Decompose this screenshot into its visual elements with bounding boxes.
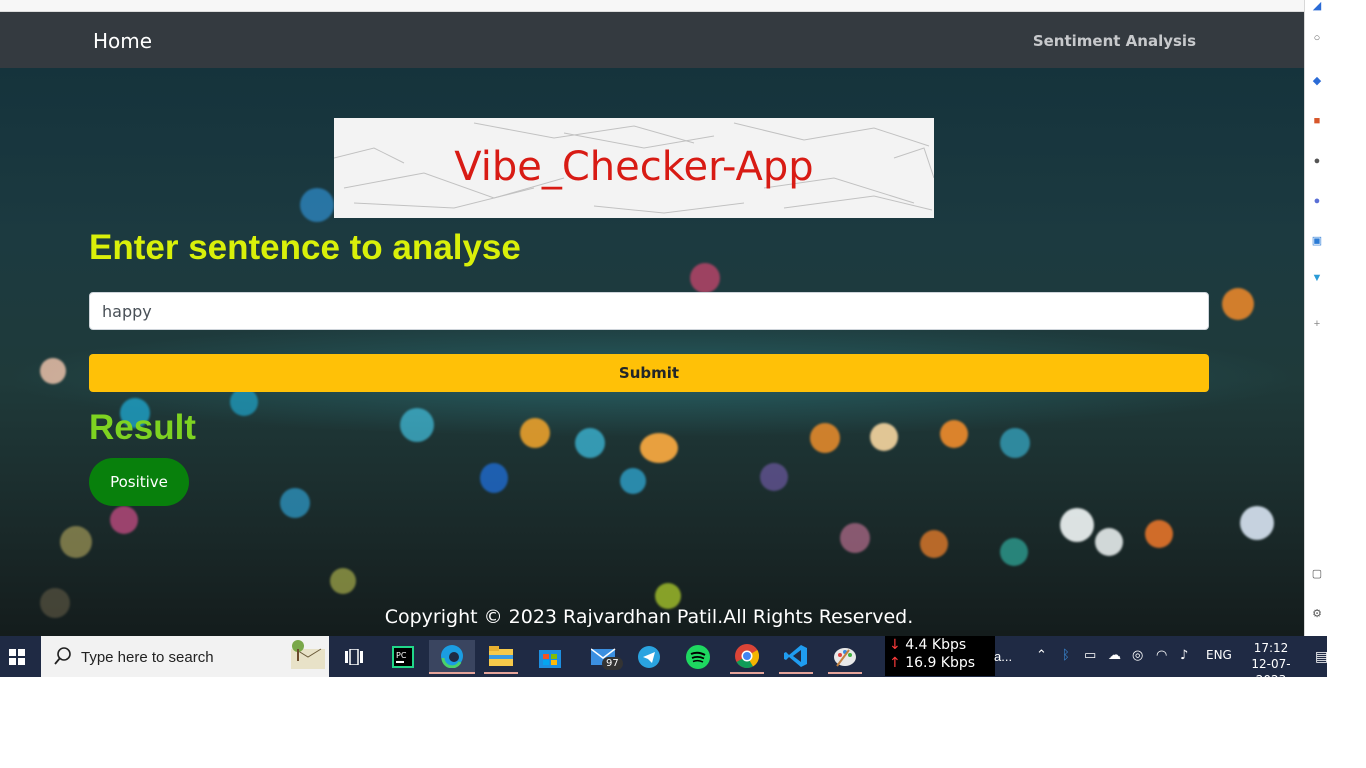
navbar: Home Sentiment Analysis xyxy=(0,12,1304,68)
vscode-icon xyxy=(784,645,807,667)
start-button[interactable] xyxy=(0,636,34,677)
app-logo-text: Vibe_Checker-App xyxy=(454,144,814,190)
taskbar-mail[interactable]: 97 xyxy=(584,640,624,674)
upload-arrow-icon: ↑ xyxy=(889,655,901,671)
side-panel-icon-6[interactable]: ● xyxy=(1311,195,1323,207)
wifi-icon[interactable]: ◠ xyxy=(1156,648,1167,663)
chrome-icon xyxy=(735,644,759,668)
taskbar-microsoft-store[interactable] xyxy=(533,640,567,674)
side-panel-icon-3[interactable]: ◆ xyxy=(1311,75,1323,87)
gear-icon[interactable]: ⚙ xyxy=(1311,608,1323,620)
net-up-speed: 16.9 Kbps xyxy=(905,655,976,671)
side-panel-icon-10[interactable]: ▢ xyxy=(1311,568,1323,580)
taskbar-vscode[interactable] xyxy=(779,640,813,674)
side-panel-icon-7[interactable]: ▣ xyxy=(1311,235,1323,247)
person-icon[interactable]: ● xyxy=(1311,155,1323,167)
search-icon xyxy=(54,647,71,665)
browser-side-panel: ◢ ○ ◆ ■ ● ● ▣ ▼ + ▢ ⚙ xyxy=(1304,0,1327,636)
form-heading: Enter sentence to analyse xyxy=(89,228,521,267)
svg-text:PC: PC xyxy=(396,651,407,660)
task-view-button[interactable] xyxy=(337,640,371,674)
clock-time: 17:12 xyxy=(1253,641,1289,655)
chevron-up-icon[interactable]: ⌃ xyxy=(1036,648,1047,663)
side-panel-icon-4[interactable]: ■ xyxy=(1311,115,1323,127)
notification-icon[interactable]: ▤ xyxy=(1315,648,1328,665)
onedrive-icon[interactable]: ☁ xyxy=(1108,648,1121,663)
taskbar-spotify[interactable] xyxy=(681,640,715,674)
result-badge: Positive xyxy=(89,458,189,506)
spotify-icon xyxy=(686,645,710,669)
volume-icon[interactable]: ♪ xyxy=(1180,648,1188,663)
taskbar-paint[interactable] xyxy=(828,640,862,674)
submit-button[interactable]: Submit xyxy=(89,354,1209,392)
taskbar-edge[interactable] xyxy=(429,640,475,674)
paint-icon xyxy=(834,648,856,667)
taskbar-clock[interactable]: 17:12 12-07-2023 xyxy=(1238,640,1304,688)
store-icon xyxy=(539,650,561,668)
task-view-icon xyxy=(345,649,363,665)
windows-icon xyxy=(9,648,25,665)
folder-icon xyxy=(489,646,513,666)
screen: Home Sentiment Analysis Vibe_Checker-App… xyxy=(0,0,1366,768)
sentence-input[interactable] xyxy=(89,292,1209,330)
plus-icon[interactable]: + xyxy=(1311,318,1323,330)
browser-top-strip xyxy=(0,0,1304,12)
telegram-icon xyxy=(638,646,660,668)
taskbar-pycharm[interactable]: PC xyxy=(386,640,420,674)
taskbar-telegram[interactable] xyxy=(632,640,666,674)
taskbar-chrome[interactable] xyxy=(730,640,764,674)
edge-icon xyxy=(441,645,463,668)
net-down-speed: 4.4 Kbps xyxy=(905,637,967,653)
search-highlight-illustration xyxy=(291,640,325,669)
nav-sentiment-analysis-link[interactable]: Sentiment Analysis xyxy=(1033,32,1196,50)
side-panel-icon-8[interactable]: ▼ xyxy=(1311,272,1323,284)
side-panel-icon-1[interactable]: ◢ xyxy=(1311,0,1323,12)
footer-copyright: Copyright © 2023 Rajvardhan Patil.All Ri… xyxy=(384,606,914,628)
nav-home-link[interactable]: Home xyxy=(93,29,152,53)
pycharm-icon: PC xyxy=(392,646,414,668)
battery-icon[interactable]: ▭ xyxy=(1084,648,1096,663)
search-icon[interactable]: ○ xyxy=(1311,32,1323,44)
taskbar-overflow-label[interactable]: a... xyxy=(994,649,1012,664)
clock-date: 12-07-2023 xyxy=(1251,657,1291,687)
network-speed-meter: ↓ 4.4 Kbps ↑ 16.9 Kbps xyxy=(885,636,995,676)
windows-taskbar: Type here to search PC 97 ↓ 4.4 Kbps ↑ 1… xyxy=(0,636,1328,687)
bluetooth-icon[interactable]: ᛒ xyxy=(1062,648,1070,663)
language-indicator[interactable]: ENG xyxy=(1206,648,1232,662)
app-logo-banner: Vibe_Checker-App xyxy=(334,118,934,218)
meet-now-icon[interactable]: ◎ xyxy=(1132,648,1143,663)
taskbar-file-explorer[interactable] xyxy=(484,640,518,674)
download-arrow-icon: ↓ xyxy=(889,637,901,653)
mail-badge: 97 xyxy=(602,657,623,670)
search-placeholder: Type here to search xyxy=(81,649,214,666)
result-heading: Result xyxy=(89,408,196,447)
taskbar-search-box[interactable]: Type here to search xyxy=(41,636,329,677)
